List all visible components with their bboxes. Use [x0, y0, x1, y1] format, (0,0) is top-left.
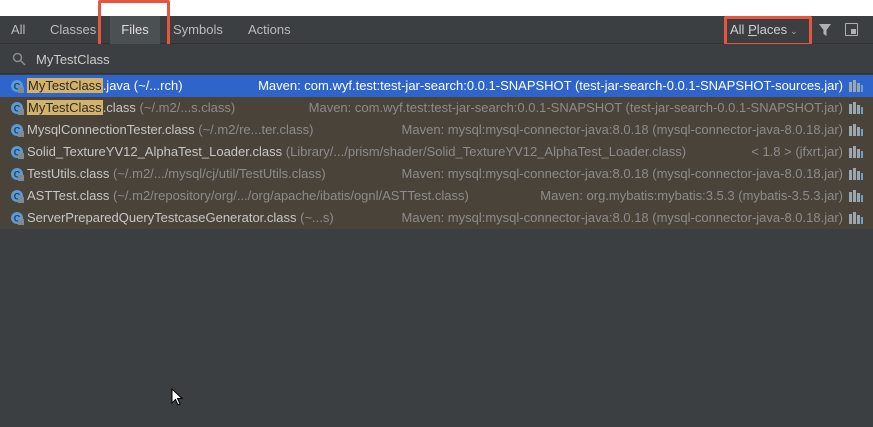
- search-bar: [0, 44, 873, 74]
- class-file-icon: C: [11, 80, 24, 93]
- search-everywhere-popup: All Classes Files Symbols Actions All Pl…: [0, 0, 873, 427]
- result-name: ServerPreparedQueryTestcaseGenerator.cla…: [27, 207, 334, 229]
- result-path: (~/.m2/...s.class): [135, 100, 236, 115]
- tab-actions[interactable]: Actions: [238, 16, 301, 44]
- library-jar-icon: [849, 168, 863, 180]
- class-file-icon: C: [11, 190, 24, 203]
- result-filename: MysqlConnectionTester.class: [27, 122, 195, 137]
- class-file-icon: C: [11, 168, 24, 181]
- result-row[interactable]: C TestUtils.class (~/.m2/.../mysql/cj/uti…: [0, 163, 873, 185]
- result-library: Maven: mysql:mysql-connector-java:8.0.18…: [401, 210, 843, 225]
- tab-all[interactable]: All: [1, 16, 35, 44]
- result-row[interactable]: C Solid_TextureYV12_AlphaTest_Loader.clas…: [0, 141, 873, 163]
- result-name: MysqlConnectionTester.class (~/.m2/re...…: [27, 119, 313, 141]
- result-name: TestUtils.class (~/.m2/.../mysql/cj/util…: [27, 163, 326, 185]
- result-filename: ASTTest.class: [27, 188, 110, 203]
- result-filename: .class: [102, 100, 136, 115]
- search-icon: [12, 52, 26, 66]
- scope-prefix: All: [730, 22, 749, 37]
- library-jar-icon: [849, 102, 863, 114]
- result-name: Solid_TextureYV12_AlphaTest_Loader.class…: [27, 141, 686, 163]
- library-jar-icon: [849, 146, 863, 158]
- result-path: (~/.m2/re...ter.class): [194, 122, 314, 137]
- search-input[interactable]: [36, 48, 836, 70]
- result-path: (Library/.../prism/shader/Solid_TextureY…: [282, 144, 687, 159]
- tab-symbols[interactable]: Symbols: [163, 16, 233, 44]
- result-filename: TestUtils.class: [27, 166, 110, 181]
- result-library: Maven: com.wyf.test:test-jar-search:0.0.…: [308, 100, 843, 115]
- result-filename: .java: [102, 78, 131, 93]
- class-file-icon: C: [11, 102, 24, 115]
- result-library: Maven: mysql:mysql-connector-java:8.0.18…: [401, 166, 843, 181]
- scope-dropdown[interactable]: All Places ⌄: [730, 16, 798, 44]
- class-file-icon: C: [11, 146, 24, 159]
- result-library: Maven: org.mybatis:mybatis:3.5.3 (mybati…: [540, 188, 843, 203]
- result-row[interactable]: C MyTestClass.java (~/...rch) Maven: com.w…: [0, 75, 873, 97]
- result-name: MyTestClass.class (~/.m2/...s.class): [27, 97, 235, 119]
- result-filename: Solid_TextureYV12_AlphaTest_Loader.class: [27, 144, 283, 159]
- match-highlight: MyTestClass: [27, 78, 103, 93]
- class-file-icon: C: [11, 212, 24, 225]
- chevron-down-icon: ⌄: [790, 26, 798, 36]
- result-library: Maven: com.wyf.test:test-jar-search:0.0.…: [258, 78, 843, 93]
- result-row[interactable]: C MyTestClass.class (~/.m2/...s.class) Mav…: [0, 97, 873, 119]
- filter-icon[interactable]: [818, 23, 832, 37]
- tab-classes[interactable]: Classes: [40, 16, 106, 44]
- tab-files[interactable]: Files: [110, 16, 160, 44]
- mouse-pointer-icon: [171, 388, 184, 406]
- result-path: (~/...rch): [130, 78, 183, 93]
- result-library: < 1.8 > (jfxrt.jar): [751, 144, 843, 159]
- library-jar-icon: [849, 212, 863, 224]
- open-in-window-icon[interactable]: [845, 23, 858, 36]
- class-file-icon: C: [11, 124, 24, 137]
- result-path: (~/.m2/repository/org/.../org/apache/iba…: [109, 188, 469, 203]
- result-row[interactable]: C MysqlConnectionTester.class (~/.m2/re..…: [0, 119, 873, 141]
- result-library: Maven: mysql:mysql-connector-java:8.0.18…: [401, 122, 843, 137]
- library-jar-icon: [849, 124, 863, 136]
- result-name: MyTestClass.java (~/...rch): [27, 75, 183, 97]
- scope-suffix: laces: [756, 22, 788, 37]
- library-jar-icon: [849, 190, 863, 202]
- result-name: ASTTest.class (~/.m2/repository/org/.../…: [27, 185, 469, 207]
- result-path: (~/.m2/.../mysql/cj/util/TestUtils.class…: [109, 166, 326, 181]
- library-jar-icon: [849, 80, 863, 92]
- result-path: (~...s): [296, 210, 334, 225]
- result-row[interactable]: C ASTTest.class (~/.m2/repository/org/...…: [0, 185, 873, 207]
- result-row[interactable]: C ServerPreparedQueryTestcaseGenerator.cl…: [0, 207, 873, 229]
- match-highlight: MyTestClass: [27, 100, 103, 115]
- results-list: C MyTestClass.java (~/...rch) Maven: com.w…: [0, 75, 873, 229]
- result-filename: ServerPreparedQueryTestcaseGenerator.cla…: [27, 210, 297, 225]
- tab-bar: All Classes Files Symbols Actions All Pl…: [0, 16, 873, 44]
- scope-mnemonic: P: [748, 22, 757, 37]
